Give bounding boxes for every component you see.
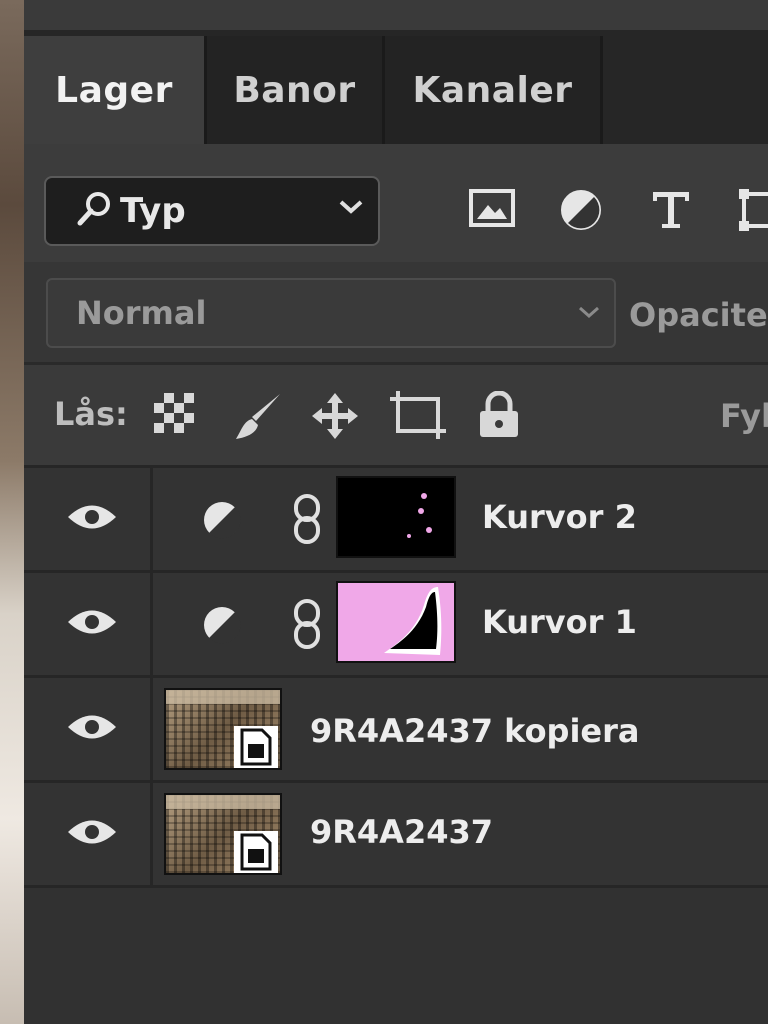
tab-kanaler[interactable]: Kanaler — [385, 36, 603, 144]
chevron-down-icon — [338, 198, 364, 220]
lock-position-icon[interactable] — [310, 391, 360, 445]
lock-label: Lås: — [54, 395, 128, 433]
layer-row-9r4a2437[interactable]: 9R4A2437 — [24, 783, 768, 888]
type-filter-icon[interactable] — [650, 188, 692, 234]
tab-banor[interactable]: Banor — [207, 36, 385, 144]
adjustment-filter-icon[interactable] — [559, 188, 603, 236]
search-icon — [74, 189, 114, 233]
lock-transparent-pixels-icon[interactable] — [152, 391, 196, 439]
layer-name: 9R4A2437 kopiera — [310, 712, 640, 750]
blend-mode-value: Normal — [76, 294, 207, 332]
blend-row: Normal Opacite — [24, 262, 768, 365]
layer-row-kurvor-2[interactable]: Kurvor 2 — [24, 468, 768, 573]
layer-mask-thumbnail[interactable] — [336, 476, 456, 558]
visibility-toggle[interactable] — [24, 783, 153, 885]
visibility-toggle[interactable] — [24, 573, 153, 675]
curves-adjustment-icon — [200, 603, 244, 651]
lock-image-pixels-icon[interactable] — [232, 391, 284, 447]
visibility-toggle[interactable] — [24, 678, 153, 780]
link-icon[interactable] — [292, 494, 322, 548]
fill-label: Fyl — [720, 397, 768, 435]
curves-adjustment-icon — [200, 498, 244, 546]
lock-row: Lås: Fyl — [24, 365, 768, 468]
filter-type-select[interactable]: Typ — [44, 176, 380, 246]
smart-object-icon — [234, 831, 278, 877]
panel-tabs: Lager Banor Kanaler — [24, 30, 768, 144]
chevron-down-icon — [578, 304, 600, 323]
layer-row-kurvor-1[interactable]: Kurvor 1 — [24, 573, 768, 678]
eye-icon — [66, 605, 118, 643]
filter-type-label: Typ — [120, 191, 186, 231]
filter-row: Typ — [24, 144, 768, 265]
tab-lager[interactable]: Lager — [24, 36, 207, 144]
lock-all-icon[interactable] — [478, 390, 520, 443]
layer-name: Kurvor 2 — [482, 498, 637, 536]
link-icon[interactable] — [292, 599, 322, 653]
opacity-label: Opacite — [629, 296, 768, 334]
blend-mode-select[interactable]: Normal — [46, 278, 616, 348]
image-filter-icon[interactable] — [468, 188, 516, 232]
layers-empty-area[interactable] — [24, 888, 768, 1024]
visibility-toggle[interactable] — [24, 468, 153, 570]
layer-row-9r4a2437-kopiera[interactable]: 9R4A2437 kopiera — [24, 678, 768, 783]
eye-icon — [66, 815, 118, 853]
eye-icon — [66, 710, 118, 748]
lock-artboard-icon[interactable] — [390, 391, 446, 443]
layer-name: Kurvor 1 — [482, 603, 637, 641]
layers-panel: Lager Banor Kanaler Typ Normal Opacite L… — [24, 30, 768, 1024]
shape-filter-icon[interactable] — [736, 188, 768, 236]
layer-name: 9R4A2437 — [310, 813, 493, 851]
panel-top-edge — [24, 0, 768, 32]
eye-icon — [66, 500, 118, 538]
smart-object-icon — [234, 726, 278, 772]
layer-mask-thumbnail[interactable] — [336, 581, 456, 663]
